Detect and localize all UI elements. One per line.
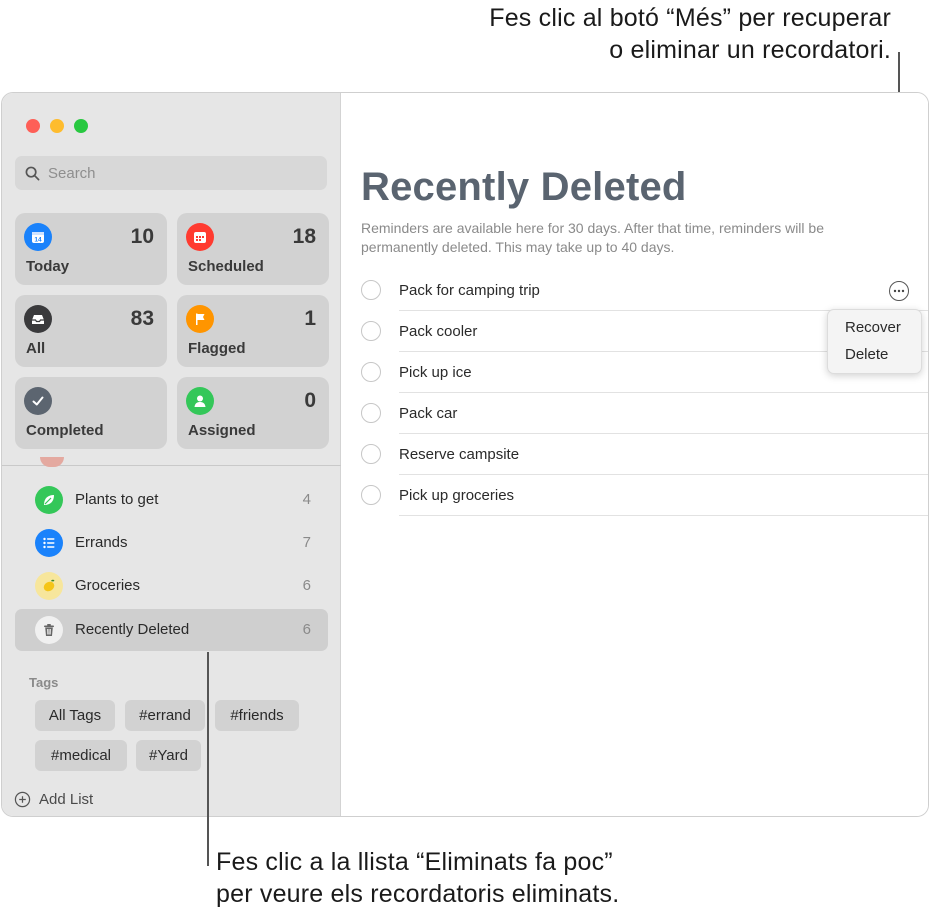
page-title: Recently Deleted [361, 165, 687, 209]
assigned-label: Assigned [188, 422, 256, 439]
flagged-count: 1 [304, 307, 316, 330]
all-label: All [26, 340, 46, 357]
reminder-row[interactable]: Reserve campsite [361, 434, 928, 475]
minimize-window-button[interactable] [50, 119, 64, 133]
smart-list-completed[interactable]: Completed [15, 377, 167, 449]
tag-friends[interactable]: #friends [215, 700, 299, 731]
reminder-checkbox[interactable] [361, 485, 381, 505]
scheduled-count: 18 [292, 225, 316, 248]
list-count: 6 [302, 621, 311, 638]
zoom-window-button[interactable] [74, 119, 88, 133]
all-count: 83 [130, 307, 154, 330]
add-list-label: Add List [39, 791, 94, 808]
list-count: 7 [302, 534, 311, 551]
smart-list-today[interactable]: 14 10 Today [15, 213, 167, 285]
reminder-checkbox[interactable] [361, 321, 381, 341]
callout-bottom-line2: per veure els recordatoris eliminats. [216, 880, 620, 908]
more-button[interactable] [889, 281, 909, 301]
list-count: 4 [302, 491, 311, 508]
reminder-row[interactable]: Pick up groceries [361, 475, 928, 516]
reminder-checkbox[interactable] [361, 444, 381, 464]
search-input[interactable] [48, 164, 308, 182]
sidebar-item-plants-to-get[interactable]: Plants to get 4 [15, 479, 328, 521]
tag-yard[interactable]: #Yard [136, 740, 201, 771]
callout-top-line1: Fes clic al botó “Més” per recuperar [489, 4, 891, 32]
callout-more-button: Fes clic al botó “Més” per recuperar o e… [489, 2, 891, 66]
smart-list-assigned[interactable]: 0 Assigned [177, 377, 329, 449]
flag-icon [186, 305, 214, 333]
trash-icon [35, 616, 63, 644]
scheduled-label: Scheduled [188, 258, 264, 275]
more-menu: Recover Delete [827, 309, 922, 374]
search-field[interactable] [15, 156, 327, 190]
sidebar-item-errands[interactable]: Errands 7 [15, 522, 328, 564]
leader-line-bottom [207, 652, 209, 866]
callout-top-line2: o eliminar un recordatori. [609, 36, 891, 64]
delete-menu-item[interactable]: Delete [845, 346, 888, 363]
callout-bottom-line1: Fes clic a la llista “Eliminats fa poc” [216, 848, 613, 876]
person-icon [186, 387, 214, 415]
reminder-row[interactable]: Pack car [361, 393, 928, 434]
completed-label: Completed [26, 422, 104, 439]
smart-list-flagged[interactable]: 1 Flagged [177, 295, 329, 367]
reminder-checkbox[interactable] [361, 403, 381, 423]
sidebar-item-groceries[interactable]: Groceries 6 [15, 565, 328, 607]
flagged-label: Flagged [188, 340, 246, 357]
tag-errand[interactable]: #errand [125, 700, 205, 731]
list-name: Errands [75, 534, 128, 551]
reminder-title: Pick up groceries [399, 487, 515, 504]
tray-icon [24, 305, 52, 333]
tag-all-tags[interactable]: All Tags [35, 700, 115, 731]
list-count: 6 [302, 577, 311, 594]
assigned-count: 0 [304, 389, 316, 412]
main-content: Recently Deleted Reminders are available… [341, 93, 928, 816]
svg-text:14: 14 [34, 237, 42, 244]
recover-menu-item[interactable]: Recover [845, 319, 901, 336]
reminder-title: Pack for camping trip [399, 282, 540, 299]
smart-list-scheduled[interactable]: 18 Scheduled [177, 213, 329, 285]
tag-medical[interactable]: #medical [35, 740, 127, 771]
plus-circle-icon [14, 791, 31, 808]
close-window-button[interactable] [26, 119, 40, 133]
reminder-title: Pack cooler [399, 323, 478, 340]
reminder-row[interactable]: Pack for camping trip [361, 270, 928, 311]
reminder-title: Pick up ice [399, 364, 472, 381]
reminders-window: 14 10 Today 18 Scheduled 83 All 1 Flagge… [1, 92, 929, 817]
checkmark-icon [24, 387, 52, 415]
sidebar-item-recently-deleted[interactable]: Recently Deleted 6 [15, 609, 328, 651]
row-divider [399, 515, 928, 516]
list-name: Plants to get [75, 491, 159, 508]
callout-recently-deleted-list: Fes clic a la llista “Eliminats fa poc” … [216, 846, 619, 910]
today-label: Today [26, 258, 70, 275]
search-icon [25, 166, 40, 180]
add-list-button[interactable]: Add List [14, 791, 93, 808]
ellipsis-icon [893, 289, 905, 293]
list-name: Recently Deleted [75, 621, 190, 638]
tags-section-title: Tags [29, 675, 59, 690]
reminder-title: Pack car [399, 405, 458, 422]
calendar-today-icon: 14 [24, 223, 52, 251]
retention-description: Reminders are available here for 30 days… [361, 220, 824, 255]
list-name: Groceries [75, 577, 141, 594]
list-bullet-icon [35, 529, 63, 557]
reminder-checkbox[interactable] [361, 280, 381, 300]
sidebar: 14 10 Today 18 Scheduled 83 All 1 Flagge… [2, 93, 341, 816]
reminder-checkbox[interactable] [361, 362, 381, 382]
leaf-icon [35, 486, 63, 514]
lemon-icon [35, 572, 63, 600]
window-controls [26, 119, 88, 133]
today-count: 10 [130, 225, 154, 248]
smart-list-all[interactable]: 83 All [15, 295, 167, 367]
reminder-title: Reserve campsite [399, 446, 520, 463]
calendar-icon [186, 223, 214, 251]
